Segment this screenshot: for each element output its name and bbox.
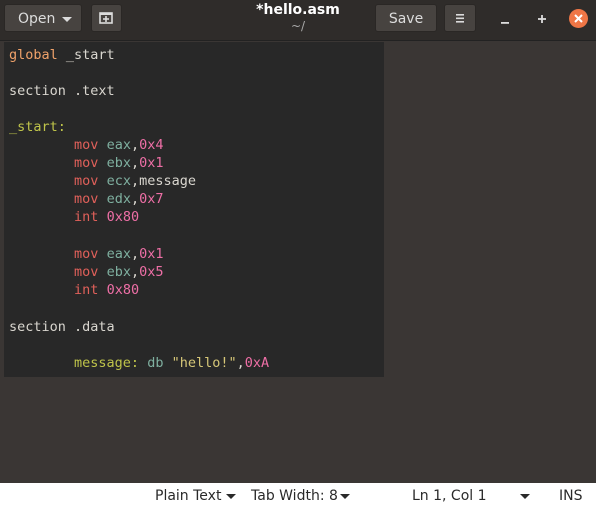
status-bar: Plain Text Tab Width: 8 Ln 1, Col 1 INS: [0, 483, 596, 509]
code-editor[interactable]: global _start section .text _start: mov …: [4, 42, 384, 377]
code-register: ebx: [106, 155, 131, 171]
code-instruction: mov: [74, 246, 99, 262]
code-text: _start: [57, 47, 115, 63]
tab-width-selector[interactable]: Tab Width: 8: [251, 483, 338, 509]
code-number: 0x4: [139, 137, 164, 153]
code-comma: ,: [130, 191, 140, 207]
code-register: ecx: [106, 173, 131, 189]
code-line: int 0x80: [9, 281, 139, 299]
code-comma: ,: [130, 137, 140, 153]
open-button[interactable]: Open: [4, 4, 82, 32]
code-number: 0x1: [139, 246, 164, 262]
code-keyword: section: [9, 83, 66, 99]
code-string: "hello!": [171, 355, 237, 371]
code-comma: ,: [130, 246, 140, 262]
code-number: 0x7: [139, 191, 164, 207]
code-instruction: mov: [74, 264, 99, 280]
open-button-label: Open: [18, 11, 56, 27]
insert-mode-label: INS: [559, 488, 583, 504]
code-number: 0x80: [106, 209, 140, 225]
new-document-icon: [99, 12, 113, 24]
header-bar: Open *hello.asm ~/ Save: [0, 0, 596, 41]
code-identifier: message: [139, 173, 196, 189]
insert-mode-indicator[interactable]: INS: [559, 483, 583, 509]
code-text: .data: [65, 319, 115, 335]
new-document-button[interactable]: [91, 4, 122, 32]
hamburger-menu-icon: [456, 14, 464, 23]
code-line: message: db "hello!",0xA: [9, 354, 269, 372]
document-path: ~/: [290, 19, 306, 33]
code-line: int 0x80: [9, 208, 139, 226]
code-comma: ,: [130, 264, 140, 280]
code-label: message:: [74, 355, 140, 371]
language-label: Plain Text: [155, 488, 222, 504]
minimize-icon: [501, 22, 509, 24]
code-register: ebx: [106, 264, 131, 280]
menu-button[interactable]: [444, 4, 476, 32]
code-comma: ,: [130, 173, 140, 189]
code-line: mov ebx,0x5: [9, 263, 163, 281]
code-register: eax: [106, 246, 131, 262]
code-line: global _start: [9, 46, 115, 64]
code-line: mov eax,0x4: [9, 136, 163, 154]
maximize-icon: [538, 15, 546, 23]
code-instruction: int: [74, 209, 99, 225]
code-number: 0x1: [139, 155, 164, 171]
code-number: 0xA: [244, 355, 270, 371]
code-line: mov edx,0x7: [9, 190, 163, 208]
title-block: *hello.asm ~/: [200, 2, 396, 34]
code-instruction: mov: [74, 173, 99, 189]
chevron-down-icon: [340, 494, 350, 499]
code-number: 0x80: [106, 282, 140, 298]
tab-width-label: Tab Width: 8: [251, 488, 338, 504]
minimize-button[interactable]: [496, 11, 514, 29]
save-button[interactable]: Save: [375, 4, 437, 32]
cursor-position-label: Ln 1, Col 1: [412, 488, 487, 504]
cursor-position-selector[interactable]: Ln 1, Col 1: [412, 483, 487, 509]
chevron-down-icon: [62, 17, 72, 22]
maximize-button[interactable]: [533, 11, 551, 29]
document-title: *hello.asm: [256, 2, 340, 18]
editor-area: global _start section .text _start: mov …: [0, 41, 596, 483]
code-register: eax: [106, 137, 131, 153]
code-line: mov ebx,0x1: [9, 154, 163, 172]
code-line: mov ecx,message: [9, 172, 196, 190]
code-line: section .data: [9, 318, 115, 336]
code-keyword: global: [9, 47, 58, 63]
code-directive: db: [147, 355, 164, 371]
code-line: section .text: [9, 82, 115, 100]
code-comma: ,: [130, 155, 140, 171]
code-line: mov eax,0x1: [9, 245, 163, 263]
close-icon: [574, 14, 583, 23]
code-instruction: mov: [74, 155, 99, 171]
code-keyword: section: [9, 319, 66, 335]
chevron-down-icon: [226, 494, 236, 499]
code-comma: ,: [236, 355, 245, 371]
close-button[interactable]: [569, 9, 588, 28]
code-line: _start:: [9, 118, 66, 136]
code-label: _start:: [9, 119, 66, 135]
code-number: 0x5: [139, 264, 164, 280]
language-selector[interactable]: Plain Text: [155, 483, 221, 509]
chevron-down-icon: [520, 494, 530, 499]
code-text: .text: [65, 83, 115, 99]
code-instruction: int: [74, 282, 99, 298]
code-instruction: mov: [74, 191, 99, 207]
code-instruction: mov: [74, 137, 99, 153]
code-register: edx: [106, 191, 131, 207]
